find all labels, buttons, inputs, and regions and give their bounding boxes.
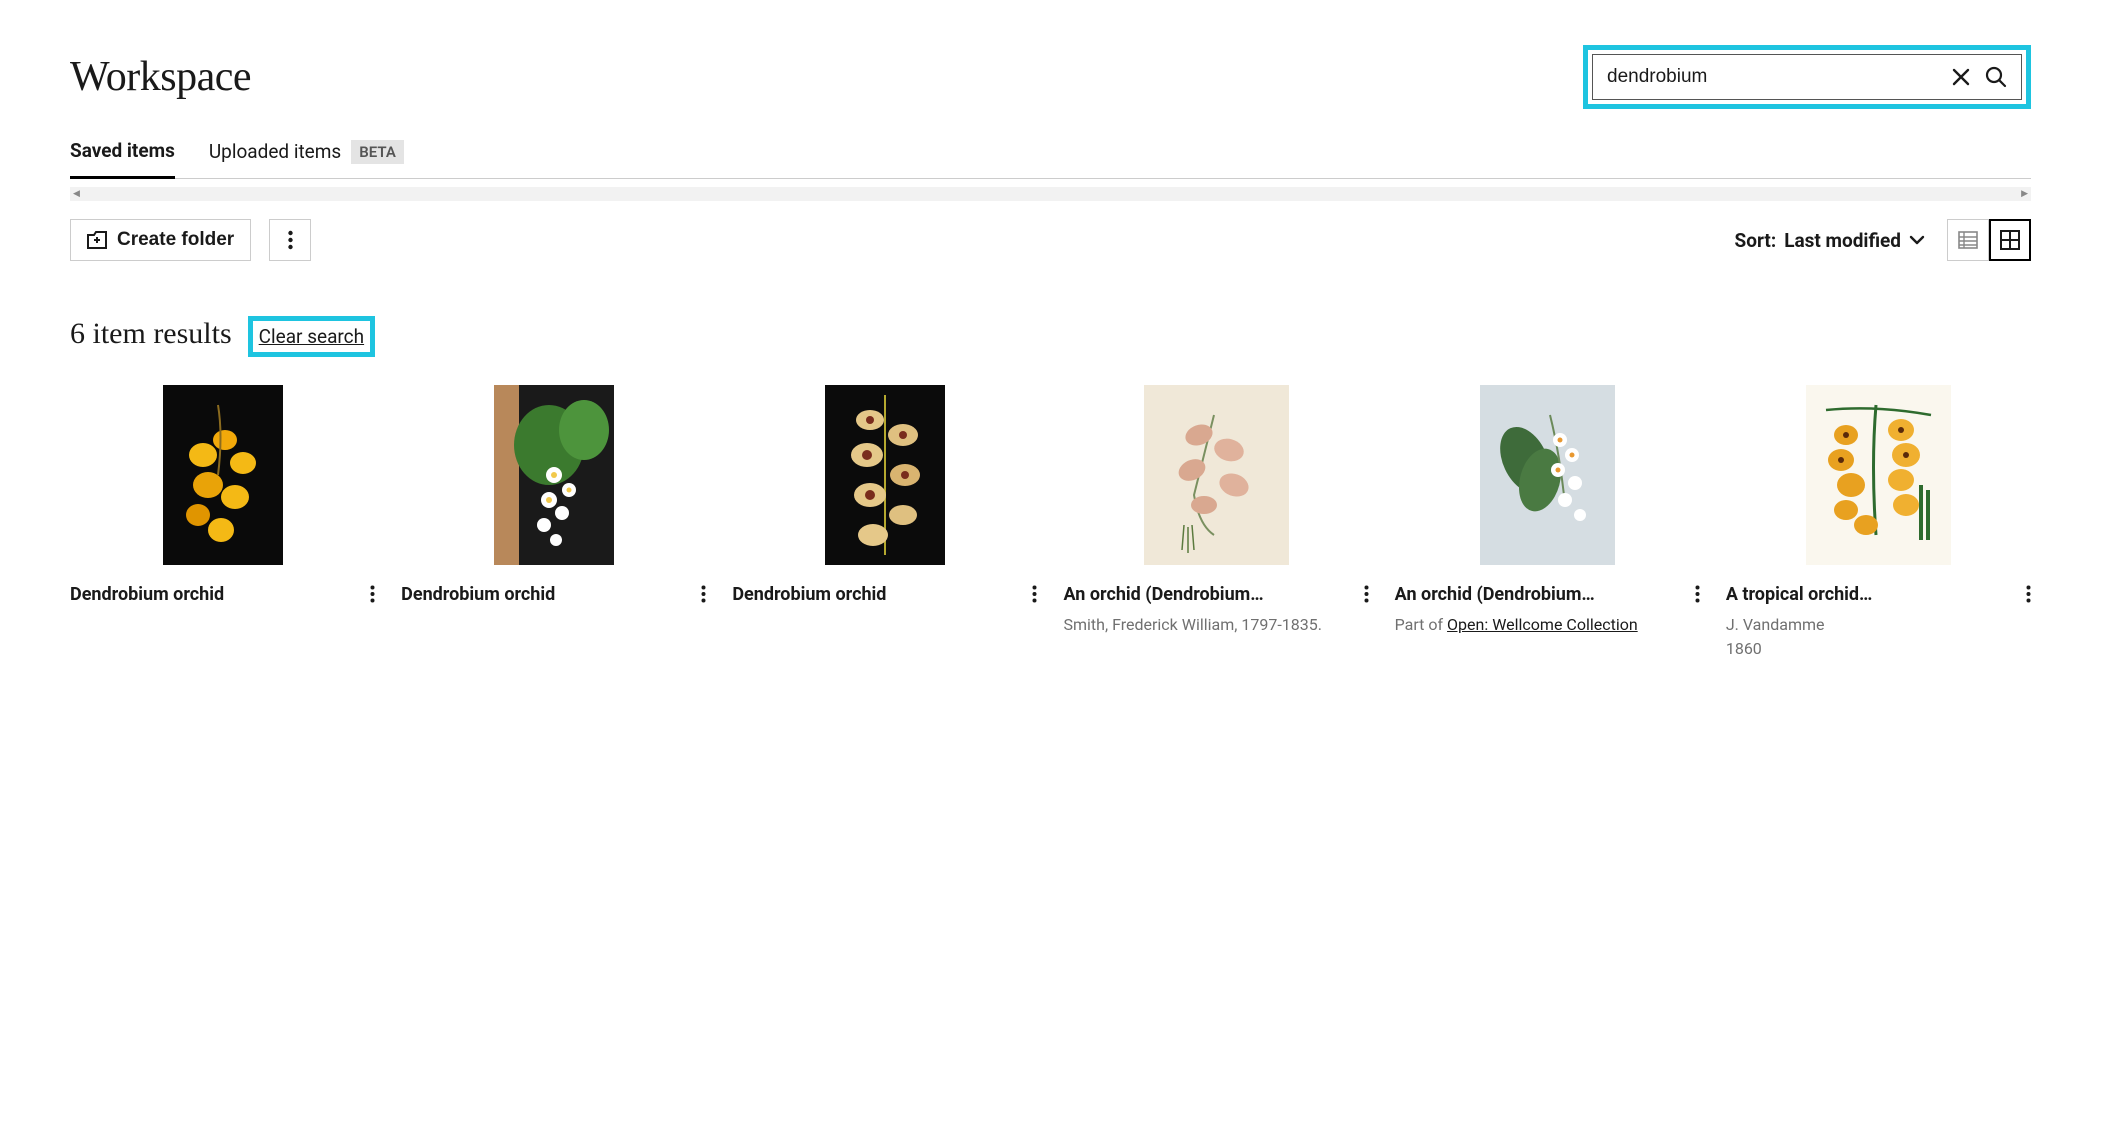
scroll-left-icon: ◀ xyxy=(73,189,80,199)
card-title: A tropical orchid… xyxy=(1726,583,1873,606)
card-more-button[interactable] xyxy=(1695,583,1700,603)
grid-view-icon xyxy=(2000,230,2020,250)
sort-dropdown[interactable]: Sort: Last modified xyxy=(1735,229,1925,252)
view-toggle xyxy=(1947,219,2031,261)
more-actions-button[interactable] xyxy=(269,219,311,261)
scroll-right-icon: ▶ xyxy=(2021,189,2028,199)
page-title: Workspace xyxy=(70,53,251,101)
card-date: 1860 xyxy=(1726,639,2031,658)
card-byline: Smith, Frederick William, 1797-1835. xyxy=(1063,614,1368,636)
card-title: An orchid (Dendrobium… xyxy=(1063,583,1263,606)
chevron-down-icon xyxy=(1909,235,1925,245)
card-more-button[interactable] xyxy=(1032,583,1037,603)
result-card[interactable]: An orchid (Dendrobium… Part of Open: Wel… xyxy=(1395,385,1700,658)
card-more-button[interactable] xyxy=(701,583,706,603)
tab-label: Saved items xyxy=(70,139,175,162)
create-folder-label: Create folder xyxy=(117,229,234,251)
thumbnail xyxy=(401,385,706,565)
kebab-icon xyxy=(288,230,293,250)
card-more-button[interactable] xyxy=(2026,583,2031,603)
result-card[interactable]: Dendrobium orchid xyxy=(401,385,706,658)
card-title: Dendrobium orchid xyxy=(732,583,886,606)
create-folder-icon xyxy=(87,231,107,249)
result-card[interactable]: A tropical orchid… J. Vandamme 1860 xyxy=(1726,385,2031,658)
tab-saved-items[interactable]: Saved items xyxy=(70,139,175,179)
sort-value: Last modified xyxy=(1784,229,1901,252)
thumbnail xyxy=(732,385,1037,565)
thumbnail xyxy=(1726,385,2031,565)
clear-search-highlight: Clear search xyxy=(248,316,375,357)
list-view-icon xyxy=(1958,231,1978,249)
grid-view-button[interactable] xyxy=(1989,219,2031,261)
create-folder-button[interactable]: Create folder xyxy=(70,219,251,261)
result-card[interactable]: Dendrobium orchid xyxy=(732,385,1037,658)
thumbnail xyxy=(70,385,375,565)
tabs: Saved items Uploaded items BETA xyxy=(70,139,2031,179)
card-partof: Part of Open: Wellcome Collection xyxy=(1395,614,1700,636)
card-more-button[interactable] xyxy=(370,583,375,603)
card-title: Dendrobium orchid xyxy=(70,583,224,606)
result-card[interactable]: Dendrobium orchid xyxy=(70,385,375,658)
search-icon[interactable] xyxy=(1985,66,2007,88)
card-more-button[interactable] xyxy=(1364,583,1369,603)
search-highlight xyxy=(1583,45,2031,109)
clear-search-icon[interactable] xyxy=(1951,67,1971,87)
partof-prefix: Part of xyxy=(1395,615,1447,634)
partof-link[interactable]: Open: Wellcome Collection xyxy=(1447,615,1638,634)
horizontal-scrollbar[interactable]: ◀ ▶ xyxy=(70,187,2031,201)
card-title: An orchid (Dendrobium… xyxy=(1395,583,1595,606)
card-byline: J. Vandamme xyxy=(1726,614,2031,636)
search-input[interactable] xyxy=(1607,62,1951,92)
sort-label: Sort: xyxy=(1735,229,1777,252)
thumbnail xyxy=(1063,385,1368,565)
results-grid: Dendrobium orchid Dendrobium orchid Dend… xyxy=(70,385,2031,658)
result-card[interactable]: An orchid (Dendrobium… Smith, Frederick … xyxy=(1063,385,1368,658)
thumbnail xyxy=(1395,385,1700,565)
tab-uploaded-items[interactable]: Uploaded items BETA xyxy=(209,140,404,178)
results-count: 6 item results xyxy=(70,317,232,351)
list-view-button[interactable] xyxy=(1947,219,1989,261)
search-box xyxy=(1592,54,2022,100)
tab-label: Uploaded items xyxy=(209,140,341,163)
card-title: Dendrobium orchid xyxy=(401,583,555,606)
clear-search-link[interactable]: Clear search xyxy=(259,325,364,348)
beta-badge: BETA xyxy=(351,140,404,164)
